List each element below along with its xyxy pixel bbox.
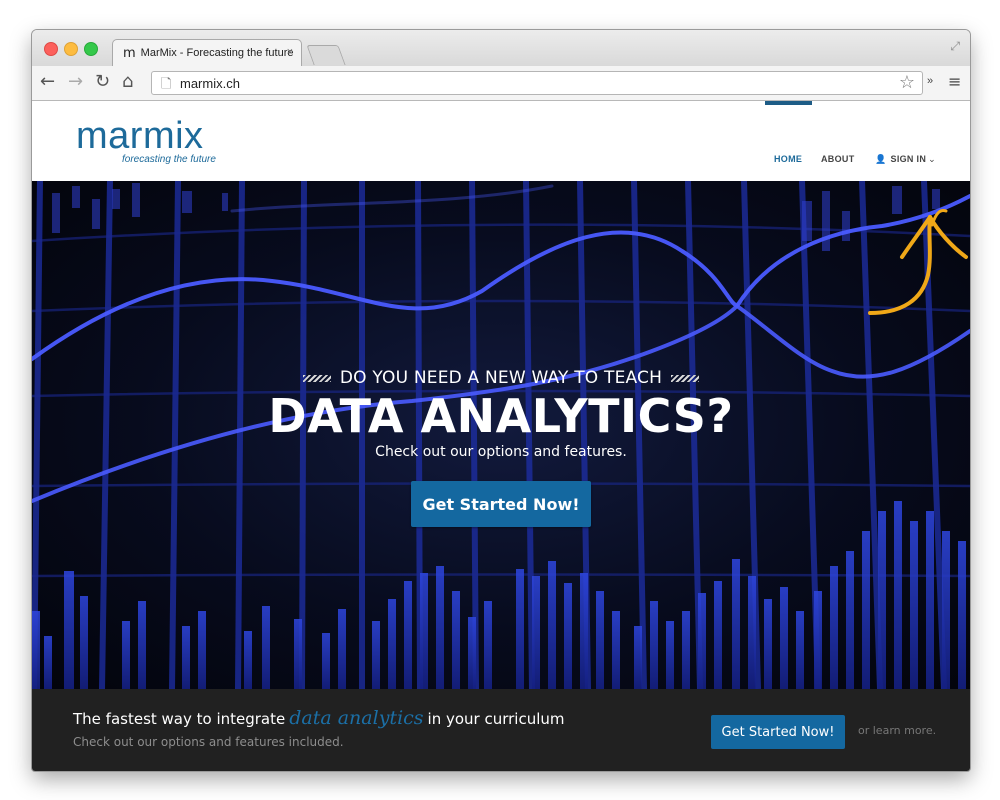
- hero-pretitle-text: DO YOU NEED A NEW WAY TO TEACH: [339, 368, 663, 388]
- chevron-down-icon: ⌄: [928, 154, 936, 164]
- bookmark-star-icon[interactable]: ☆: [899, 72, 915, 93]
- nav-about[interactable]: ABOUT: [821, 154, 855, 164]
- strip-subtext: Check out our options and features inclu…: [73, 735, 344, 749]
- address-bar[interactable]: 🗋 marmix.ch ☆: [151, 71, 923, 95]
- hero-get-started-button[interactable]: Get Started Now!: [411, 481, 591, 527]
- strip-headline: The fastest way to integrate data analyti…: [73, 707, 565, 729]
- reload-icon[interactable]: ↻: [95, 71, 110, 92]
- extensions-overflow-button[interactable]: »: [927, 75, 933, 87]
- stripe-decoration: [671, 374, 700, 382]
- strip-get-started-button[interactable]: Get Started Now!: [711, 715, 845, 749]
- logo-tagline: forecasting the future: [122, 154, 216, 165]
- new-tab-button[interactable]: [306, 45, 346, 65]
- menu-icon[interactable]: ≡: [948, 72, 961, 91]
- cta-strip: The fastest way to integrate data analyti…: [32, 689, 970, 771]
- title-bar: m MarMix - Forecasting the future × ⤢: [32, 30, 970, 66]
- hero-subtitle: Check out our options and features.: [375, 444, 627, 460]
- strip-headline-after: in your curriculum: [427, 710, 565, 728]
- browser-window: m MarMix - Forecasting the future × ⤢ ← …: [32, 30, 970, 771]
- logo[interactable]: marmix forecasting the future: [76, 115, 216, 165]
- nav-signin-label: SIGN IN: [890, 154, 927, 164]
- stripe-decoration: [302, 374, 331, 382]
- browser-toolbar: ← → ↻ ⌂ 🗋 marmix.ch ☆ » ≡: [32, 66, 970, 101]
- nav-signin[interactable]: 👤 SIGN IN ⌄: [875, 154, 936, 165]
- user-icon: 👤: [875, 155, 887, 165]
- annotation-arrow-icon: [868, 209, 968, 315]
- strip-headline-highlight: data analytics: [289, 707, 424, 729]
- nav-home[interactable]: HOME: [774, 154, 802, 164]
- hero-title: DATA ANALYTICS?: [268, 389, 734, 443]
- tab-close-icon[interactable]: ×: [287, 46, 293, 58]
- learn-more-link[interactable]: or learn more.: [858, 724, 936, 737]
- strip-headline-before: The fastest way to integrate: [73, 710, 286, 728]
- close-window-button[interactable]: [44, 42, 58, 56]
- hero-pretitle: DO YOU NEED A NEW WAY TO TEACH: [32, 368, 970, 388]
- minimize-window-button[interactable]: [64, 42, 78, 56]
- home-icon[interactable]: ⌂: [122, 71, 133, 92]
- back-icon[interactable]: ←: [40, 71, 55, 92]
- fullscreen-icon[interactable]: ⤢: [950, 39, 960, 54]
- website: marmix forecasting the future HOME ABOUT…: [32, 101, 970, 771]
- hero-banner: DO YOU NEED A NEW WAY TO TEACH DATA ANAL…: [32, 181, 970, 689]
- browser-tab[interactable]: m MarMix - Forecasting the future ×: [112, 39, 302, 66]
- zoom-window-button[interactable]: [84, 42, 98, 56]
- page-icon: 🗋: [161, 77, 172, 92]
- forward-icon[interactable]: →: [68, 71, 83, 92]
- logo-wordmark: marmix: [76, 115, 204, 157]
- favicon-icon: m: [123, 45, 136, 61]
- tab-title: MarMix - Forecasting the future: [140, 47, 294, 59]
- url-text[interactable]: marmix.ch: [180, 76, 240, 91]
- site-header: marmix forecasting the future HOME ABOUT…: [32, 101, 970, 181]
- active-nav-indicator: [765, 101, 812, 105]
